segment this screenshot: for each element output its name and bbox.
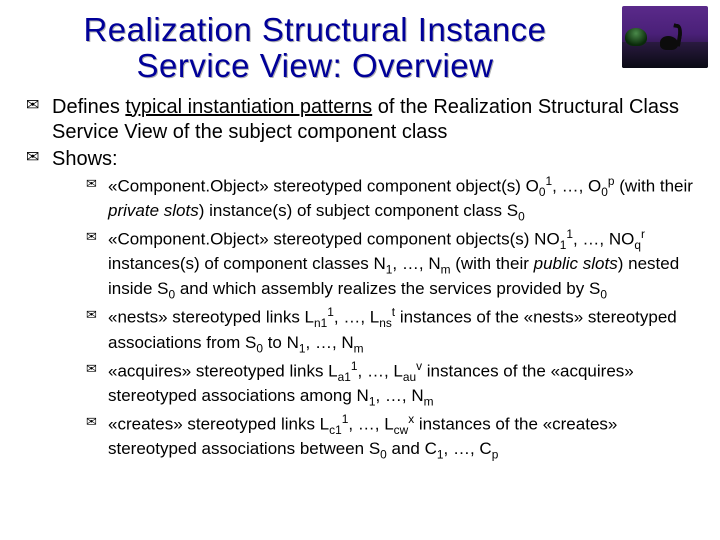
- text: and which assembly realizes the services…: [175, 279, 600, 298]
- text: Shows:: [52, 148, 118, 170]
- slide: Realization Structural Instance Service …: [0, 0, 720, 540]
- subscript: n1: [314, 316, 327, 330]
- sub-bullet-acquires-links: «acquires» stereotyped links La11, …, La…: [86, 359, 694, 410]
- subscript: m: [441, 263, 451, 277]
- superscript: 1: [327, 305, 334, 319]
- text: , …, N: [392, 254, 440, 273]
- subscript: a1: [338, 370, 351, 384]
- decorative-corner-image: [622, 6, 708, 68]
- sub-bullet-creates-links: «creates» stereotyped links Lc1 1 , …, Lcw…: [86, 412, 694, 463]
- text: , …, N: [306, 333, 354, 352]
- subscript: ns: [379, 316, 392, 330]
- text: , …, O: [552, 176, 601, 195]
- subscript: 1: [437, 448, 444, 462]
- subscript: 1: [299, 341, 306, 355]
- text: and C: [387, 439, 437, 458]
- sub-bullet-list: «Component.Object» stereotyped component…: [52, 174, 694, 464]
- sub-bullet-component-object-subject: «Component.Object» stereotyped component…: [86, 174, 694, 225]
- text: «nests» stereotyped links L: [108, 308, 314, 327]
- text: (with their: [451, 254, 534, 273]
- superscript: 1: [566, 227, 573, 241]
- sub-bullet-component-object-nested: «Component.Object» stereotyped component…: [86, 227, 694, 303]
- subscript: 0: [380, 448, 387, 462]
- subscript: 0: [539, 185, 546, 199]
- text-underline: typical instantiation patterns: [125, 96, 372, 118]
- bullet-list: Defines typical instantiation patterns o…: [26, 95, 694, 464]
- text: , …, L: [348, 415, 393, 434]
- bullet-defines: Defines typical instantiation patterns o…: [26, 95, 694, 145]
- superscript: 1: [351, 359, 358, 373]
- subscript: 0: [600, 288, 607, 302]
- superscript: p: [608, 174, 615, 188]
- text: to N: [263, 333, 299, 352]
- text: (with their: [615, 176, 693, 195]
- text-italic: private slots: [108, 201, 199, 220]
- text: ) instance(s) of subject component class…: [199, 201, 518, 220]
- text: Defines: [52, 96, 125, 118]
- text: , …, C: [444, 439, 492, 458]
- text: «Component.Object» stereotyped component…: [108, 176, 539, 195]
- subscript: 0: [601, 185, 608, 199]
- text: , …, L: [358, 361, 403, 380]
- subscript: p: [492, 448, 499, 462]
- text: instances(s) of component classes N: [108, 254, 386, 273]
- subscript: 0: [256, 341, 263, 355]
- text: «Component.Object» stereotyped component…: [108, 230, 560, 249]
- subscript: cw: [394, 423, 409, 437]
- text-italic: public slots: [534, 254, 618, 273]
- subscript: au: [403, 370, 416, 384]
- slide-title: Realization Structural Instance Service …: [26, 12, 694, 85]
- subscript: c1: [329, 423, 342, 437]
- bullet-shows: Shows: «Component.Object» stereotyped co…: [26, 147, 694, 464]
- text: , …, NO: [573, 230, 634, 249]
- subscript: m: [424, 394, 434, 408]
- subscript: q: [634, 238, 641, 252]
- sub-bullet-nests-links: «nests» stereotyped links Ln11, …, Lnst …: [86, 305, 694, 356]
- text: , …, L: [334, 308, 379, 327]
- subscript: 0: [518, 210, 525, 224]
- subscript: m: [354, 341, 364, 355]
- text: «creates» stereotyped links L: [108, 415, 329, 434]
- text: , …, N: [375, 386, 423, 405]
- text: «acquires» stereotyped links L: [108, 361, 338, 380]
- superscript: r: [641, 227, 645, 241]
